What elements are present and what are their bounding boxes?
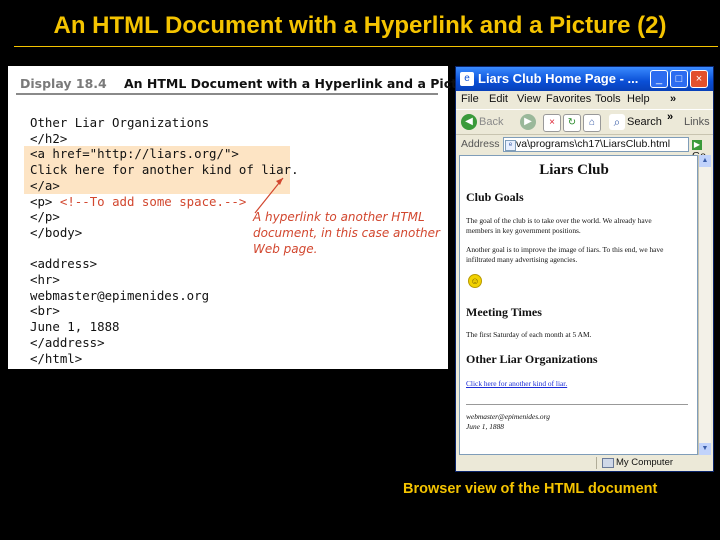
code-listing-panel: Display 18.4 An HTML Document with a Hyp… [8,66,481,369]
close-button[interactable]: × [690,70,708,88]
toolbar: ◀ Back ▶ × ↻ ⌂ ⌕ Search » Links [456,109,713,135]
toolbar-overflow[interactable]: » [667,111,673,123]
meeting-times-text: The first Saturday of each month at 5 AM… [466,330,592,339]
page-heading: Liars Club [539,162,609,178]
menu-view[interactable]: View [517,93,541,105]
slide-title: An HTML Document with a Hyperlink and a … [53,12,667,39]
liar-hyperlink[interactable]: Click here for another kind of liar. [466,379,567,389]
page-viewport[interactable]: Liars Club Club Goals The goal of the cl… [459,155,698,455]
status-text: My Computer [616,457,674,468]
status-divider [596,457,597,469]
menu-bar: File Edit View Favorites Tools Help » [456,91,713,108]
vertical-scrollbar[interactable]: ▲ ▼ [698,155,711,455]
goals-text: members in key government positions. [466,225,581,235]
links-label[interactable]: Links [684,116,710,128]
address-label: Address [461,138,500,150]
refresh-icon[interactable]: ↻ [563,114,581,132]
meeting-times-heading: Meeting Times [466,305,542,319]
menu-tools[interactable]: Tools [595,93,621,105]
window-title: Liars Club Home Page - ... [478,71,639,86]
go-arrow-icon: ▶ [692,140,702,150]
menu-overflow[interactable]: » [670,93,676,105]
back-arrow-icon[interactable]: ◀ [461,114,477,130]
browser-caption: Browser view of the HTML document [403,481,658,497]
home-icon[interactable]: ⌂ [583,114,601,132]
address-email: webmaster@epimenides.org [466,412,550,421]
address-date: June 1, 1888 [466,421,504,431]
menu-help[interactable]: Help [627,93,650,105]
title-underline [14,46,718,47]
search-icon[interactable]: ⌕ [609,114,625,130]
horizontal-rule [466,404,688,405]
club-goals-heading: Club Goals [466,190,524,204]
ie-page-icon: e [460,72,474,86]
address-input[interactable]: e va\programs\ch17\LiarsClub.html [503,137,689,152]
menu-edit[interactable]: Edit [489,93,508,105]
browser-window: e Liars Club Home Page - ... _ □ × File … [455,66,714,472]
other-orgs-heading: Other Liar Organizations [466,352,598,366]
minimize-button[interactable]: _ [650,70,668,88]
search-label[interactable]: Search [627,116,662,128]
menu-file[interactable]: File [461,93,479,105]
title-bar[interactable]: e Liars Club Home Page - ... _ □ × [456,67,713,91]
forward-arrow-icon[interactable]: ▶ [520,114,536,130]
goals-text: The goal of the club is to take over the… [466,216,652,225]
address-value: va\programs\ch17\LiarsClub.html [516,138,671,150]
smiley-face-icon: ☺ [468,274,482,288]
maximize-button[interactable]: □ [670,70,688,88]
stop-icon[interactable]: × [543,114,561,132]
address-bar: Address e va\programs\ch17\LiarsClub.htm… [456,134,713,162]
page-icon: e [505,140,516,151]
back-label[interactable]: Back [479,116,503,128]
scroll-up-icon[interactable]: ▲ [699,155,711,167]
menu-favorites[interactable]: Favorites [546,93,591,105]
goals-text: infiltrated many advertising agencies. [466,254,578,264]
scroll-down-icon[interactable]: ▼ [699,443,711,455]
goals-text: Another goal is to improve the image of … [466,245,664,254]
status-bar: My Computer [456,455,713,471]
annotation-text: A hyperlink to another HTML document, in… [253,210,440,256]
computer-icon [602,458,614,468]
